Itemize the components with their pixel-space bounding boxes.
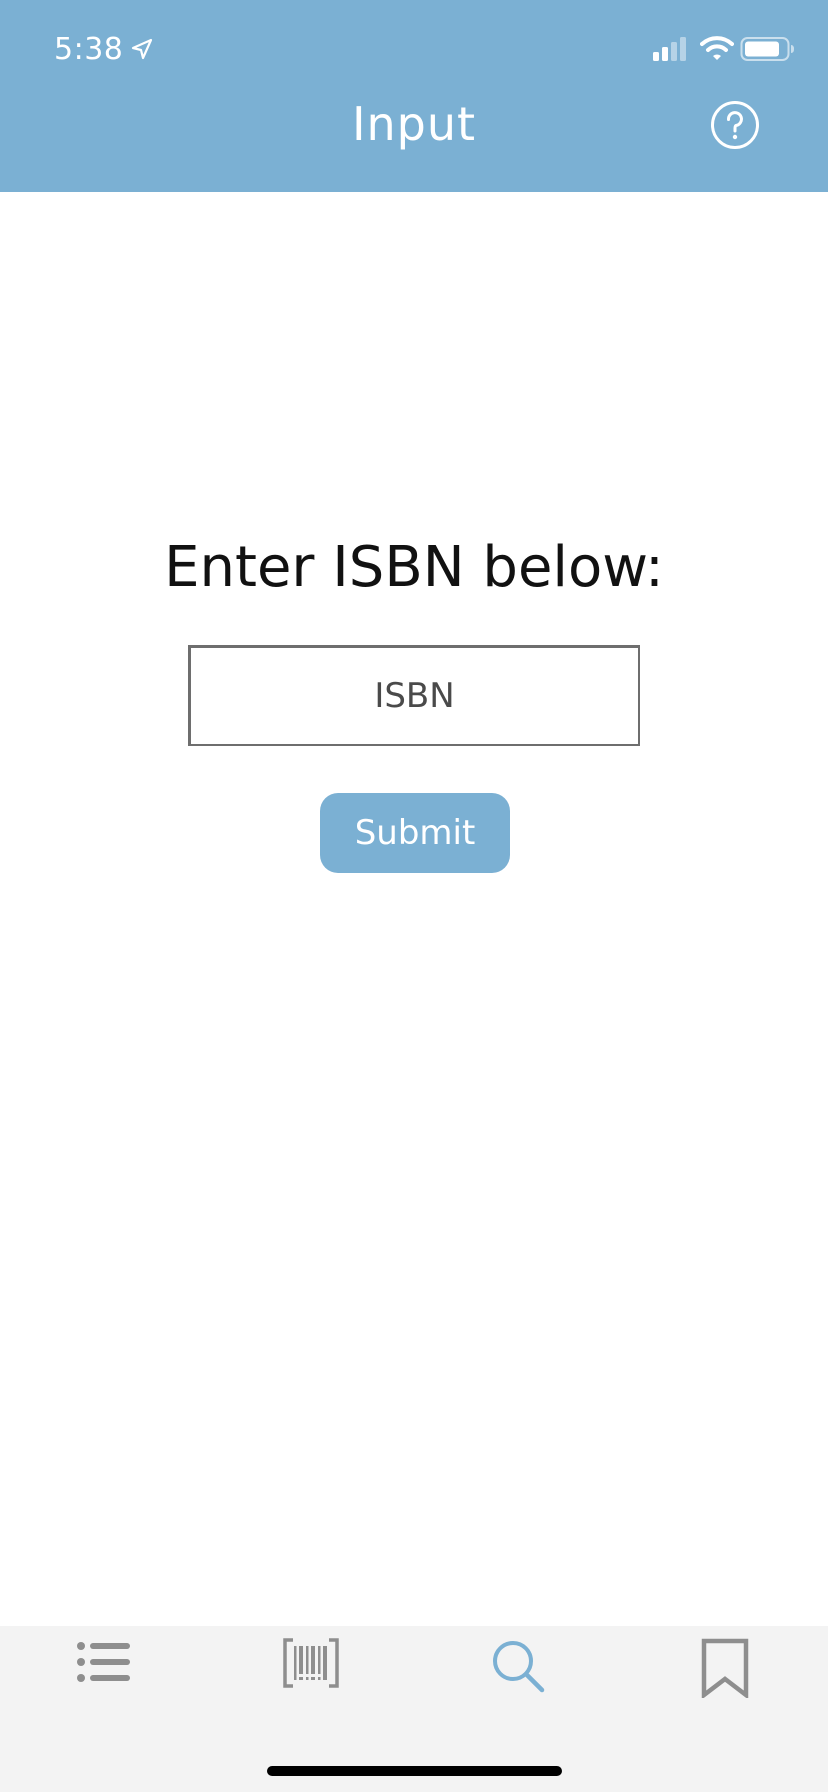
tab-list[interactable]	[0, 1626, 207, 1746]
tab-bookmarks[interactable]	[621, 1626, 828, 1746]
page-title: Input	[351, 97, 477, 151]
home-indicator	[267, 1766, 562, 1776]
battery-icon	[740, 37, 794, 61]
help-question-icon[interactable]	[710, 100, 760, 150]
status-bar: 5:38	[0, 0, 828, 96]
header-bar: 5:38 Input	[0, 0, 828, 192]
search-icon	[492, 1641, 544, 1693]
location-arrow-icon	[131, 38, 153, 60]
bookmark-icon	[701, 1638, 748, 1698]
cellular-signal-icon	[653, 37, 686, 61]
status-time: 5:38	[54, 32, 124, 67]
submit-button[interactable]: Submit	[320, 793, 510, 873]
tab-scan[interactable]	[207, 1626, 414, 1746]
tab-search[interactable]	[414, 1626, 621, 1746]
list-icon	[76, 1642, 130, 1682]
barcode-scan-icon	[282, 1638, 339, 1688]
wifi-icon	[700, 36, 734, 60]
isbn-prompt-heading: Enter ISBN below:	[164, 535, 664, 600]
isbn-input[interactable]	[188, 645, 640, 746]
